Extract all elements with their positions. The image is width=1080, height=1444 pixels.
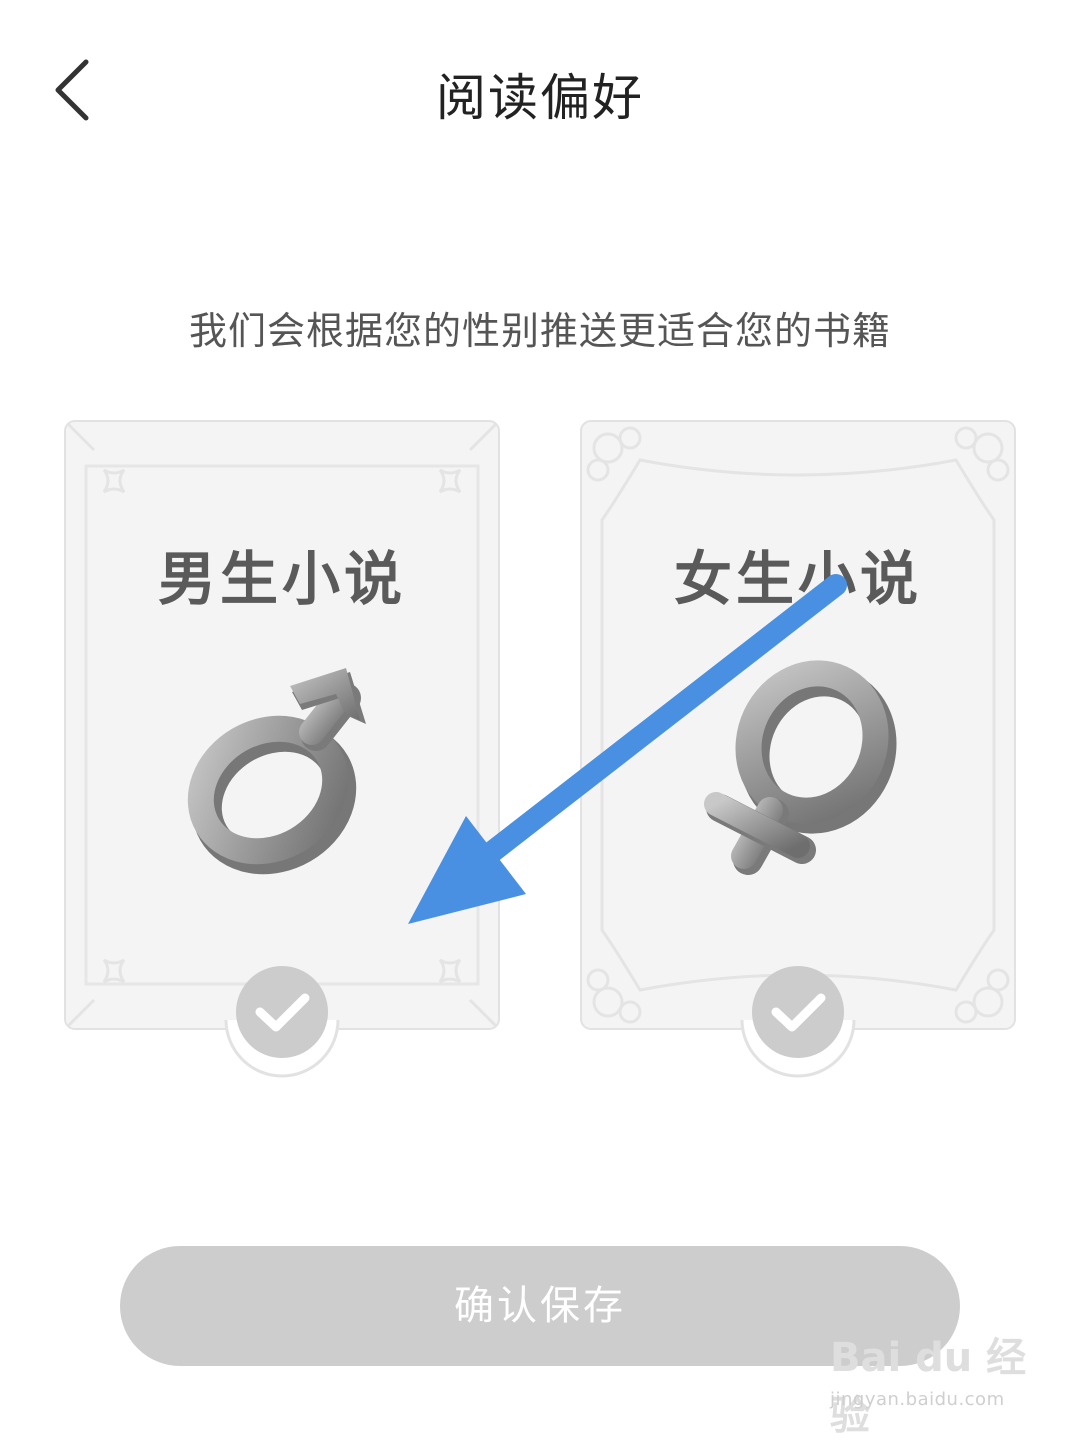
check-button-female[interactable] xyxy=(738,960,858,1080)
page-title: 阅读偏好 xyxy=(436,69,644,127)
male-symbol-icon xyxy=(187,668,366,875)
card-male-novels[interactable]: 男生小说 xyxy=(64,420,500,1078)
card-female-novels[interactable]: 女生小说 xyxy=(580,420,1016,1078)
watermark: Bai du 经验 jingyan.baidu.com xyxy=(830,1325,1030,1439)
check-button-male[interactable] xyxy=(222,960,342,1080)
checkmark-icon xyxy=(224,966,340,1078)
watermark-url: jingyan.baidu.com xyxy=(830,1389,1005,1410)
female-symbol-icon xyxy=(704,660,897,875)
subtitle-text: 我们会根据您的性别推送更适合您的书籍 xyxy=(188,309,891,353)
watermark-logo: Bai du 经验 xyxy=(830,1335,1027,1439)
checkmark-icon xyxy=(740,966,856,1078)
top-bar: 阅读偏好 xyxy=(0,0,1080,180)
